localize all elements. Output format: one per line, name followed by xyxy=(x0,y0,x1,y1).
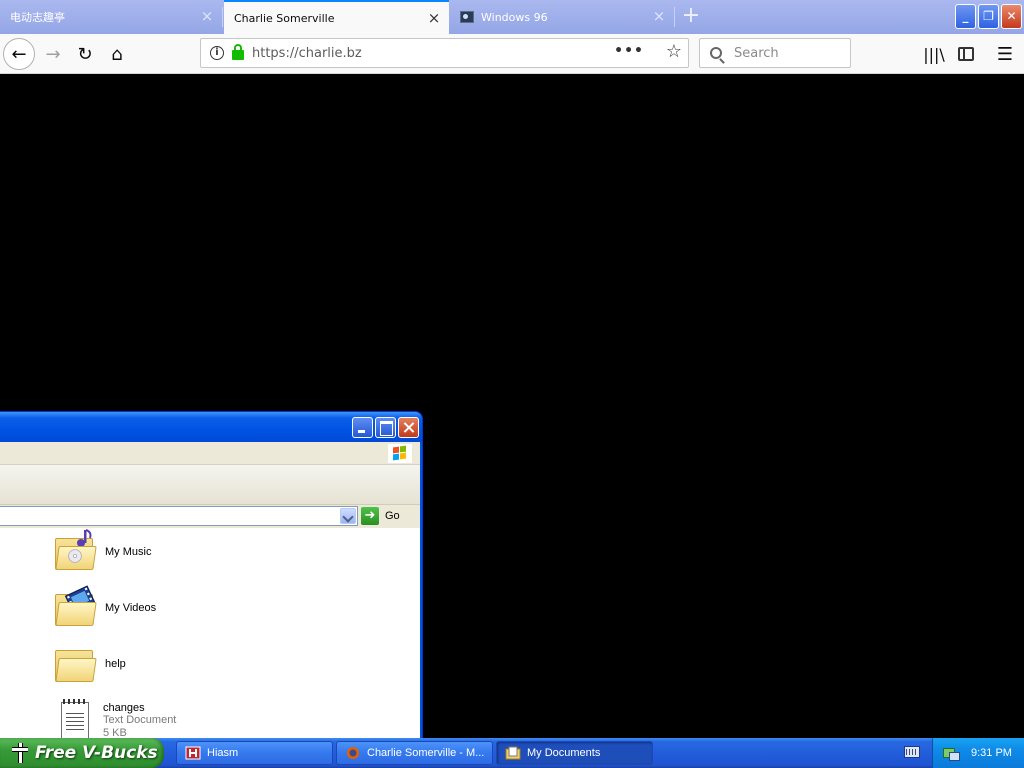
menu-bar xyxy=(0,442,420,465)
close-icon[interactable]: × xyxy=(652,9,666,24)
item-name: My Videos xyxy=(105,602,157,614)
item-name: changes xyxy=(103,702,145,714)
sidebar-button[interactable] xyxy=(950,38,982,70)
list-item-my-music[interactable]: My Music xyxy=(53,528,151,576)
maximize-button[interactable] xyxy=(375,417,396,438)
minimize-button[interactable] xyxy=(352,417,373,438)
window-title-bar[interactable] xyxy=(0,412,422,442)
reload-button[interactable]: ↻ xyxy=(69,38,101,70)
go-button[interactable]: ➜ Go xyxy=(361,506,413,526)
list-item-help[interactable]: help xyxy=(53,640,126,688)
clock[interactable]: 9:31 PM xyxy=(971,747,1012,759)
tab-windows-96[interactable]: Windows 96 × xyxy=(450,0,674,34)
page-actions-ellipsis-icon[interactable]: ••• xyxy=(614,43,644,59)
taskbar-button-hiasm[interactable]: Hiasm xyxy=(176,741,333,765)
forward-button[interactable]: → xyxy=(37,38,69,70)
tab-separator xyxy=(222,7,223,27)
taskbar-button-label: Charlie Somerville - M... xyxy=(367,747,485,759)
tab-charlie-somerville[interactable]: Charlie Somerville × xyxy=(224,0,449,34)
tab-label: Charlie Somerville xyxy=(234,11,335,25)
tab-label: 电动志趣亭 xyxy=(10,11,65,24)
reload-icon: ↻ xyxy=(77,43,93,65)
start-button[interactable]: Free V-Bucks xyxy=(0,738,164,768)
home-button[interactable]: ⌂ xyxy=(101,38,133,70)
taskbar-button-my-documents[interactable]: My Documents xyxy=(496,741,653,765)
hamburger-icon: ☰ xyxy=(996,43,1014,65)
tab-chinese-site[interactable]: 电动志趣亭 × xyxy=(0,0,222,34)
file-list: My Music My Videos help changes Text Doc… xyxy=(0,528,420,742)
windows96-favicon-icon xyxy=(460,11,474,23)
arrow-left-icon: ← xyxy=(11,43,27,65)
firefox-icon xyxy=(347,747,359,759)
url-text[interactable]: https://charlie.bz xyxy=(252,46,362,61)
taskbar-button-label: Hiasm xyxy=(207,747,239,759)
close-icon[interactable]: × xyxy=(200,9,214,24)
window-minimize-button[interactable]: _ xyxy=(955,4,976,29)
my-documents-icon xyxy=(505,746,521,760)
window-restore-button[interactable]: ❐ xyxy=(978,4,999,29)
taskbar-button-firefox[interactable]: Charlie Somerville - M... xyxy=(336,741,493,765)
url-bar[interactable]: i https://charlie.bz ••• ☆ xyxy=(200,38,689,68)
hiasm-icon xyxy=(185,746,201,760)
lock-icon[interactable] xyxy=(232,44,244,60)
address-bar: ➜ Go xyxy=(0,505,420,528)
search-input[interactable] xyxy=(732,44,842,62)
list-item-my-videos[interactable]: My Videos xyxy=(53,584,156,632)
network-icon[interactable] xyxy=(943,745,960,761)
system-tray: 9:31 PM xyxy=(932,738,1024,768)
keyboard-language-icon[interactable] xyxy=(904,746,920,758)
item-details: changes Text Document 5 KB xyxy=(103,702,176,740)
list-item-changes[interactable]: changes Text Document 5 KB xyxy=(53,696,176,742)
windows-logo-icon xyxy=(388,444,412,463)
music-folder-icon xyxy=(53,529,97,572)
go-arrow-icon: ➜ xyxy=(361,507,379,525)
bookmark-star-icon[interactable]: ☆ xyxy=(666,41,682,62)
close-icon[interactable]: × xyxy=(427,11,441,26)
explorer-toolbar xyxy=(0,465,420,505)
library-button[interactable]: |||\ xyxy=(918,38,950,70)
close-button[interactable] xyxy=(398,417,419,438)
item-type: Text Document xyxy=(103,714,177,726)
tab-label: Windows 96 xyxy=(481,10,548,24)
my-documents-window[interactable]: ➜ Go My Music My Videos help changes Tex… xyxy=(0,411,423,742)
chevron-down-icon[interactable] xyxy=(340,508,356,524)
library-icon: |||\ xyxy=(923,44,945,64)
menu-button[interactable]: ☰ xyxy=(989,38,1021,70)
start-label: Free V-Bucks xyxy=(35,743,158,763)
tab-separator xyxy=(674,7,675,27)
back-button[interactable]: ← xyxy=(3,38,35,70)
navigation-toolbar: ← → ↻ ⌂ i https://charlie.bz ••• ☆ |||\ … xyxy=(0,34,1024,74)
video-folder-icon xyxy=(53,585,97,628)
search-bar[interactable] xyxy=(699,38,851,68)
taskbar-button-label: My Documents xyxy=(527,747,601,759)
new-tab-plus-icon[interactable]: + xyxy=(680,5,702,27)
taskbar: Free V-Bucks Hiasm Charlie Somerville - … xyxy=(0,738,1024,768)
text-document-icon xyxy=(61,699,93,742)
search-icon xyxy=(710,47,722,59)
tab-strip: 电动志趣亭 × Charlie Somerville × Windows 96 … xyxy=(0,0,1024,34)
sidebar-icon xyxy=(958,47,974,61)
item-name: help xyxy=(105,658,126,670)
info-icon[interactable]: i xyxy=(210,46,224,60)
arrow-right-icon: → xyxy=(45,43,61,65)
home-icon: ⌂ xyxy=(111,43,123,65)
window-close-button[interactable]: ✕ xyxy=(1001,4,1022,29)
address-field[interactable] xyxy=(0,506,358,526)
item-name: My Music xyxy=(105,546,152,558)
go-label: Go xyxy=(385,510,400,522)
start-cross-icon xyxy=(9,742,31,764)
folder-icon xyxy=(53,644,97,684)
